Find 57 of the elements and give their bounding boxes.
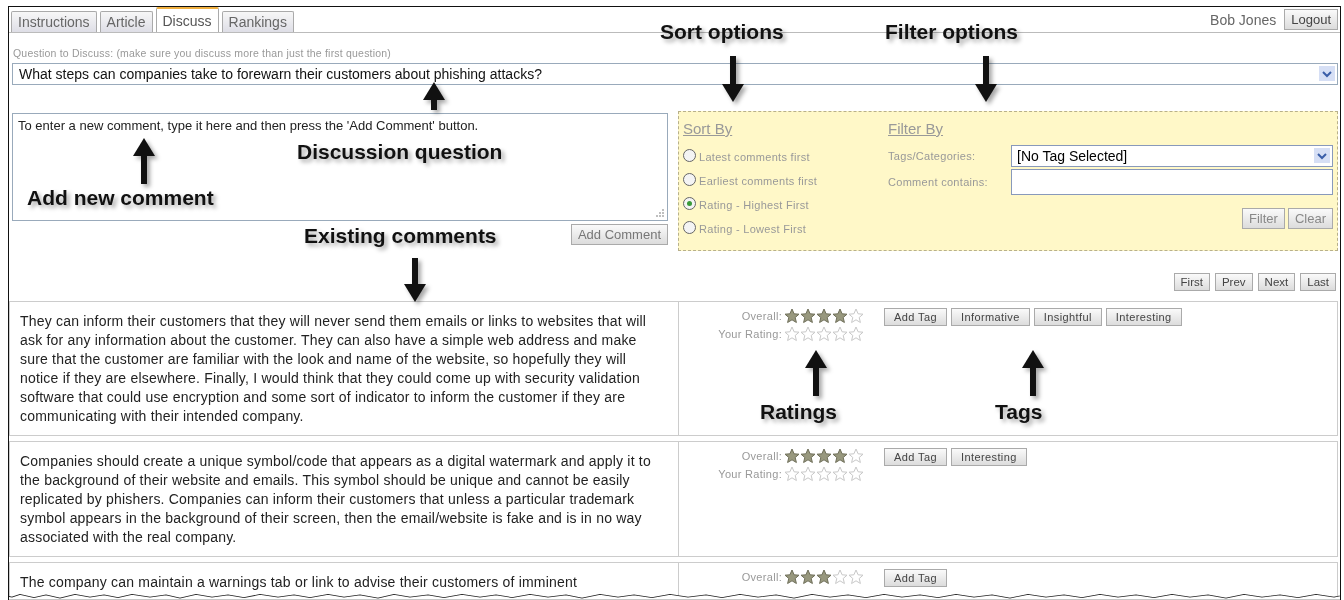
radio-button[interactable] [683,196,696,210]
callout-arrow [975,56,997,102]
callout-arrow [404,258,426,302]
contains-input-field[interactable] [1011,169,1333,195]
callout-label: Filter options [885,20,1018,44]
comment-text: They can inform their customers that they will never send them emails or links to websites that will ask for any information about the customer. They can also have a simple web address and make sure that the customer are familiar with the look and name of the website, so hopefully they will notice if they are elsewhere. Finally, I would think that they could come up with security validation software that could use encryption and some sort of indicator to inform the customer if they are communicating with their intended company. [19,312,648,426]
logout-button[interactable]: Logout [1284,9,1338,30]
tab[interactable]: Discuss [155,7,219,32]
callout-label: Ratings [760,400,837,424]
tab[interactable]: Article [99,11,153,32]
tab[interactable]: Rankings [221,11,294,32]
tag-button[interactable]: Interesting [950,448,1027,466]
sort-heading: Sort By [683,120,734,137]
tag-button[interactable]: Interesting [1105,308,1182,326]
your-rating-label: Your Rating: [718,468,782,480]
comment-text: Companies should create a unique symbol/code that appears as a digital watermark and apply it to the background of their website and emails. This symbol should be unique and cannot be easily replicated by phishers. Companies can inform their customers that unless a particular trademark symbol appears in the background of their screen, then the email/website is fake and is in no way associated with the real company. [19,452,652,547]
question-label: Question to Discuss: (make sure you discuss more than just the first question) [13,47,392,59]
radio-button[interactable] [683,148,696,162]
pagination-button[interactable]: Last [1300,273,1336,291]
tags-dropdown[interactable]: [No Tag Selected] [1011,145,1333,167]
add-tag-button[interactable]: Add Tag [884,569,947,587]
callout-arrow [805,350,827,396]
callout-label: Tags [995,400,1043,424]
tags-label: Tags/Categories: [888,150,977,162]
your-star-rating[interactable] [784,466,864,482]
tag-button[interactable]: Insightful [1033,308,1102,326]
user-name: Bob Jones [1210,11,1277,28]
radio-button[interactable] [683,172,696,186]
filter-heading: Filter By [888,120,944,137]
your-rating-label: Your Rating: [718,328,782,340]
comment-text: The company can maintain a warnings tab or link to advise their customers of imminent [19,573,579,592]
dropdown-icon [1319,66,1335,81]
your-star-rating[interactable] [784,326,864,342]
callout-arrow [1022,350,1044,396]
question-dropdown[interactable]: What steps can companies take to forewarn their customers about phishing attacks? [12,63,1338,85]
callout-label: Sort options [660,20,784,44]
callout-arrow [423,82,445,110]
tab[interactable]: Instructions [11,11,97,32]
add-comment-button[interactable]: Add Comment [570,224,668,245]
radio-button[interactable] [683,220,696,234]
tag-button[interactable]: Informative [950,308,1030,326]
dropdown-icon [1314,148,1330,163]
callout-arrow [133,138,155,184]
overall-label: Overall: [741,310,782,322]
add-tag-button[interactable]: Add Tag [884,308,947,326]
callout-label: Existing comments [304,224,497,248]
resize-grip-icon[interactable] [655,208,665,218]
add-tag-button[interactable]: Add Tag [884,448,947,466]
contains-label: Comment contains: [888,176,989,188]
callout-label: Discussion question [297,140,503,164]
pagination-button[interactable]: First [1173,273,1210,291]
overall-label: Overall: [741,450,782,462]
callout-label: Add new comment [27,186,214,210]
pagination-button[interactable]: Next [1257,273,1296,291]
callout-arrow [722,56,744,102]
overall-label: Overall: [741,571,782,583]
pagination-button[interactable]: Prev [1214,273,1253,291]
